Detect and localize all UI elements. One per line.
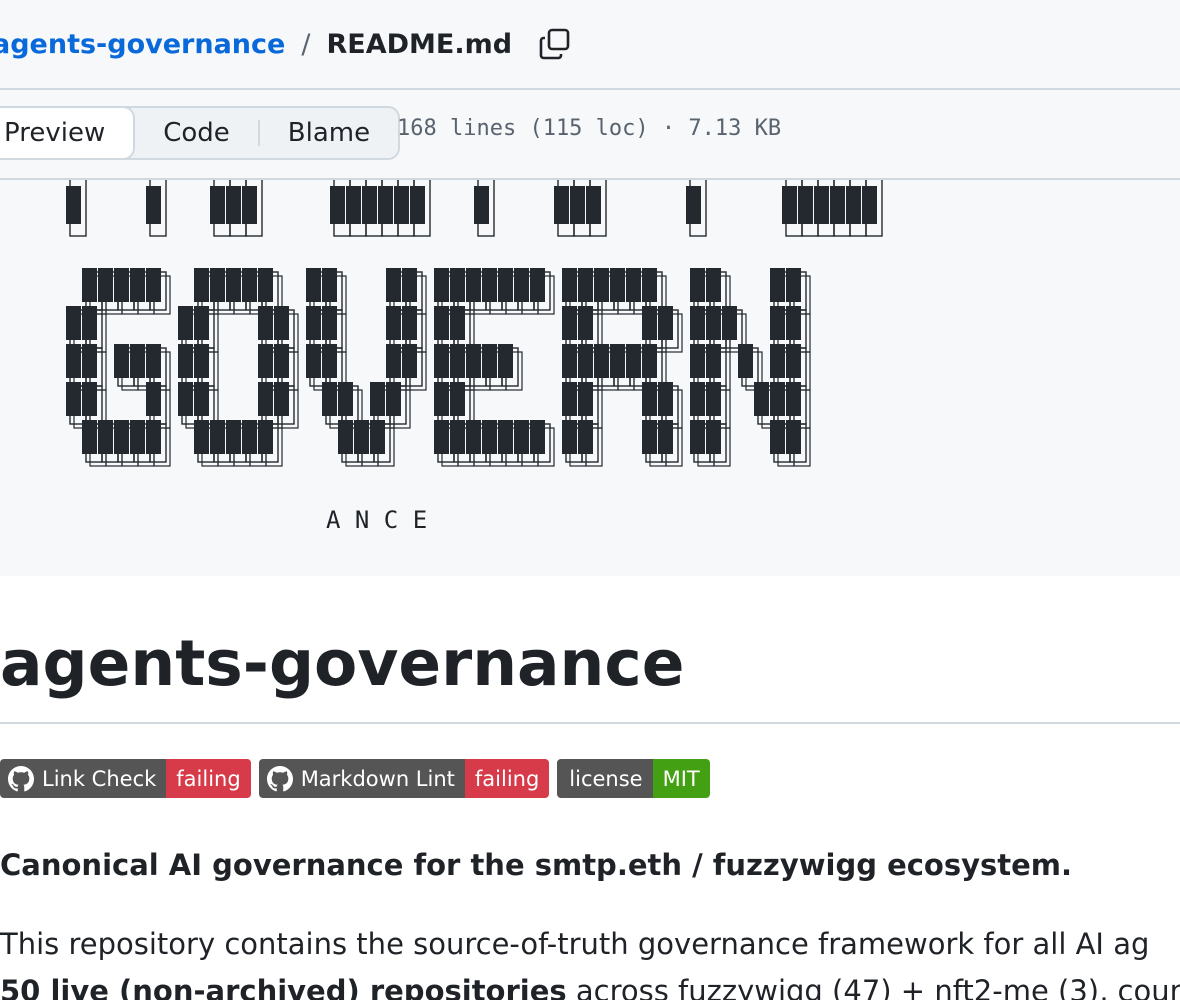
ascii-banner: A N C E (0, 180, 1180, 576)
copy-icon (539, 28, 570, 60)
badge-status: failing (166, 759, 251, 798)
tab-code[interactable]: Code (135, 108, 258, 158)
breadcrumb-separator: / (301, 28, 311, 60)
badge-label: Markdown Lint (300, 766, 455, 791)
banner-subtitle: A N C E (326, 506, 428, 534)
tab-preview[interactable]: Preview (0, 106, 136, 160)
file-header: agents-governance / README.md (0, 0, 1180, 90)
readme-paragraph-line: 50 live (non-archived) repositories acro… (0, 974, 1180, 1000)
badge-label: Link Check (42, 766, 157, 791)
badge-status: failing (464, 759, 550, 798)
ascii-art-logo (66, 180, 883, 467)
title-divider (0, 722, 1180, 724)
file-meta: 168 lines (115 loc) · 7.13 KB (397, 116, 782, 141)
github-mark-icon (266, 765, 293, 791)
readme-title: agents-governance (0, 627, 685, 700)
link-check-badge[interactable]: Link Check failing (0, 759, 251, 798)
badge-label: license (557, 759, 653, 798)
copy-path-button[interactable] (538, 27, 572, 61)
badge-status: MIT (652, 759, 710, 798)
view-switcher: Preview Code Blame (0, 106, 401, 160)
markdown-lint-badge[interactable]: Markdown Lint failing (258, 759, 550, 798)
breadcrumb-repo-link[interactable]: agents-governance (0, 29, 285, 60)
readme-paragraph-line: This repository contains the source-of-t… (0, 927, 1150, 961)
github-mark-icon (8, 765, 34, 791)
repo-count-bold: 50 live (non-archived) repositories (0, 974, 567, 1000)
badge-row: Link Check failing Markdown Lint failing… (0, 759, 710, 798)
breadcrumb-file-name: README.md (326, 28, 513, 60)
breadcrumb: agents-governance / README.md (0, 22, 572, 66)
paragraph-rest: across fuzzywigg (47) + nft2-me (3), cou… (566, 974, 1180, 1000)
tab-blame[interactable]: Blame (260, 108, 398, 158)
license-badge[interactable]: license MIT (557, 759, 710, 798)
readme-tagline: Canonical AI governance for the smtp.eth… (0, 848, 1073, 882)
